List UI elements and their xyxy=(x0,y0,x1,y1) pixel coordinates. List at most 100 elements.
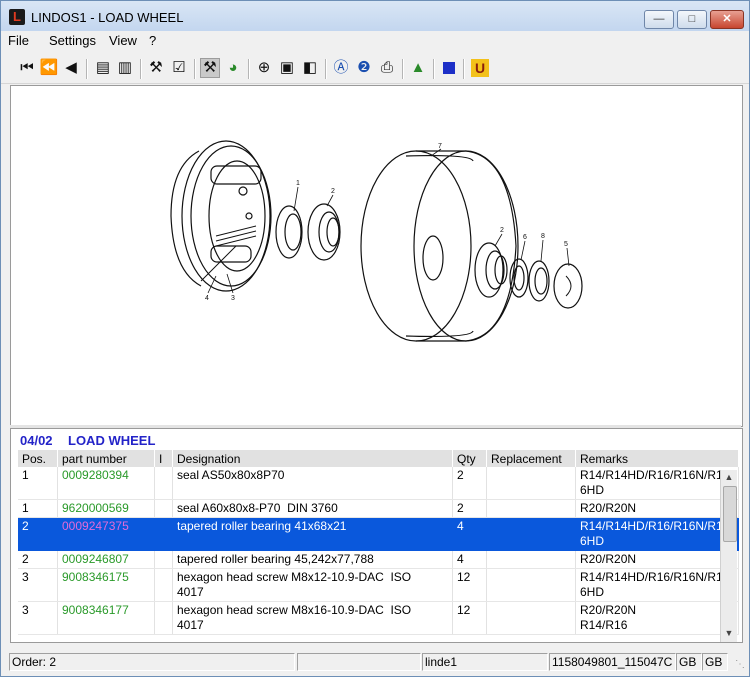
column-header-pos[interactable]: Pos. xyxy=(18,450,58,467)
cell-qty: 12 xyxy=(452,601,487,635)
status-order: Order: 2 xyxy=(9,653,295,671)
cell-qty: 4 xyxy=(452,550,487,569)
cell-pos: 3 xyxy=(18,601,58,635)
menu-help[interactable]: ? xyxy=(149,33,156,48)
menu-file[interactable]: File xyxy=(8,33,29,48)
cell-designation: seal AS50x80x8P70 xyxy=(172,467,453,500)
cell-designation: seal A60x80x8-P70 DIN 3760 xyxy=(172,499,453,518)
status-field xyxy=(297,653,421,671)
table-row[interactable]: 3 9008346177 hexagon head screw M8x16-10… xyxy=(18,601,739,635)
load-wheel-drawing: 1 2 4 3 7 2 6 8 5 xyxy=(170,140,583,342)
cell-i xyxy=(154,517,173,551)
menu-bar: File Settings View ? xyxy=(1,31,749,51)
column-header-qty[interactable]: Qty xyxy=(452,450,487,467)
group-name: LOAD WHEEL xyxy=(68,433,156,448)
table-row-selected[interactable]: 2 0009247375 tapered roller bearing 41x6… xyxy=(18,517,739,551)
cell-designation: tapered roller bearing 45,242x77,788 xyxy=(172,550,453,569)
color-icon[interactable] xyxy=(443,62,455,74)
search-2-icon[interactable]: ❷ xyxy=(354,58,374,78)
first-icon[interactable]: ⏮ xyxy=(17,58,37,78)
parts-table: Pos. part number I Designation Qty Repla… xyxy=(18,450,739,635)
status-code: 1158049801_115047C xyxy=(549,653,676,671)
cell-pos: 2 xyxy=(18,550,58,569)
wrench-icon[interactable]: ⚒ xyxy=(200,58,220,78)
cell-pos: 1 xyxy=(18,467,58,500)
resize-grip-icon[interactable]: ⋱ xyxy=(735,659,747,671)
drawing-label: 5 xyxy=(564,241,568,248)
cell-pos: 3 xyxy=(18,568,58,602)
close-button[interactable]: ✕ xyxy=(710,10,744,29)
fit-width-icon[interactable]: ◧ xyxy=(300,58,320,78)
column-header-replacement[interactable]: Replacement xyxy=(486,450,576,467)
cell-replacement xyxy=(486,568,576,602)
column-header-remarks[interactable]: Remarks xyxy=(575,450,739,467)
column-header-part-number[interactable]: part number xyxy=(57,450,155,467)
cell-i xyxy=(154,550,173,569)
cell-part-number[interactable]: 9008346177 xyxy=(57,601,155,635)
cell-i xyxy=(154,499,173,518)
drawing-label: 2 xyxy=(500,227,504,234)
export-icon[interactable]: ▲ xyxy=(408,58,428,78)
cell-part-number[interactable]: 0009246807 xyxy=(57,550,155,569)
doc-forward-icon[interactable]: ▥ xyxy=(115,58,135,78)
cell-remarks: R20/R20N R14/R16 xyxy=(575,601,739,635)
cell-i xyxy=(154,467,173,500)
vertical-scrollbar[interactable]: ▲ ▼ xyxy=(720,470,737,642)
prev-icon[interactable]: ◀ xyxy=(61,58,81,78)
prev-page-icon[interactable]: ⏪ xyxy=(39,58,59,78)
exploded-drawing[interactable]: 1 2 4 3 7 2 6 8 5 xyxy=(10,85,743,427)
column-header-i[interactable]: I xyxy=(154,450,173,467)
scroll-down-icon[interactable]: ▼ xyxy=(721,626,737,641)
toolbar-separator xyxy=(140,59,142,79)
table-header-row: Pos. part number I Designation Qty Repla… xyxy=(18,450,739,467)
globe-icon[interactable]: ◕ xyxy=(223,58,243,78)
checklist-icon[interactable]: ☑ xyxy=(169,58,189,78)
minimize-button[interactable]: — xyxy=(644,10,674,29)
window-title: LINDOS1 - LOAD WHEEL xyxy=(31,10,184,25)
fit-page-icon[interactable]: ▣ xyxy=(277,58,297,78)
toolbar-separator xyxy=(402,59,404,79)
drawing-label: 2 xyxy=(331,188,335,195)
menu-settings[interactable]: Settings xyxy=(49,33,96,48)
cell-replacement xyxy=(486,467,576,500)
parts-list-panel: 04/02 LOAD WHEEL Pos. part number I Desi… xyxy=(10,428,743,643)
cell-pos: 2 xyxy=(18,517,58,551)
cell-qty: 4 xyxy=(452,517,487,551)
cell-remarks: R14/R14HD/R16/R16N/R1 6HD xyxy=(575,517,739,551)
app-logo-icon: L xyxy=(9,9,25,25)
cell-replacement xyxy=(486,550,576,569)
cell-part-number[interactable]: 9008346175 xyxy=(57,568,155,602)
cell-pos: 1 xyxy=(18,499,58,518)
column-header-designation[interactable]: Designation xyxy=(172,450,453,467)
cell-replacement xyxy=(486,601,576,635)
drawing-label: 1 xyxy=(296,180,300,187)
cell-qty: 2 xyxy=(452,499,487,518)
menu-view[interactable]: View xyxy=(109,33,137,48)
status-lang-2: GB xyxy=(702,653,728,671)
print-icon[interactable]: ⎙ xyxy=(377,58,397,78)
cell-qty: 12 xyxy=(452,568,487,602)
u-icon[interactable]: U xyxy=(471,59,489,77)
cart-icon[interactable]: ⚒ xyxy=(146,58,166,78)
toolbar-separator xyxy=(194,59,196,79)
cell-designation: hexagon head screw M8x12-10.9-DAC ISO 40… xyxy=(172,568,453,602)
cell-part-number[interactable]: 0009247375 xyxy=(57,517,155,551)
drawing-label: 8 xyxy=(541,233,545,240)
app-window: L LINDOS1 - LOAD WHEEL — □ ✕ File Settin… xyxy=(0,0,750,677)
doc-back-icon[interactable]: ▤ xyxy=(93,58,113,78)
cell-remarks: R20/R20N xyxy=(575,499,739,518)
cell-part-number[interactable]: 0009280394 xyxy=(57,467,155,500)
table-row[interactable]: 2 0009246807 tapered roller bearing 45,2… xyxy=(18,550,739,569)
cell-part-number[interactable]: 9620000569 xyxy=(57,499,155,518)
zoom-icon[interactable]: ⊕ xyxy=(254,58,274,78)
search-a-icon[interactable]: Ⓐ xyxy=(331,58,351,78)
scroll-thumb[interactable] xyxy=(723,486,737,542)
table-row[interactable]: 1 9620000569 seal A60x80x8-P70 DIN 3760 … xyxy=(18,499,739,518)
cell-designation: tapered roller bearing 41x68x21 xyxy=(172,517,453,551)
table-row[interactable]: 3 9008346175 hexagon head screw M8x12-10… xyxy=(18,568,739,602)
toolbar-separator xyxy=(433,59,435,79)
maximize-button[interactable]: □ xyxy=(677,10,707,29)
table-row[interactable]: 1 0009280394 seal AS50x80x8P70 2 R14/R14… xyxy=(18,467,739,500)
scroll-up-icon[interactable]: ▲ xyxy=(721,470,737,485)
toolbar: ⏮ ⏪ ◀ ▤ ▥ ⚒ ☑ ⚒ ◕ ⊕ ▣ ◧ Ⓐ ❷ ⎙ ▲ U xyxy=(1,53,749,84)
